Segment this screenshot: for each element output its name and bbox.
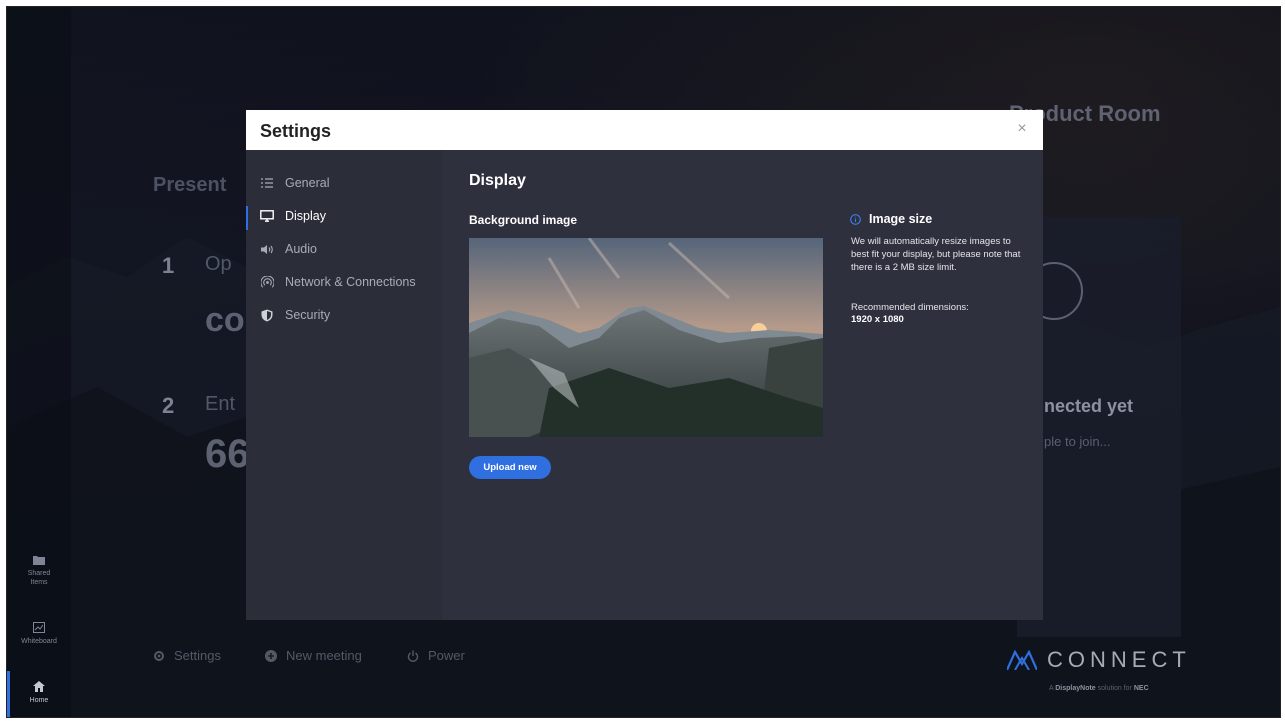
settings-label: Settings [174,648,221,663]
list-icon [259,175,275,191]
folder-icon [33,556,45,565]
power-button[interactable]: Power [407,648,465,663]
info-icon [850,213,861,225]
sidebar-item-security[interactable]: Security [246,304,442,326]
info-title: Image size [869,212,933,226]
modal-title: Settings [260,121,332,141]
rail-label: Shared [27,570,51,577]
section-title: Display [469,172,526,189]
step-number: 2 [162,393,175,418]
present-heading: Present [153,174,227,196]
connect-logo: CONNECT [1007,647,1191,673]
monitor-icon [259,208,275,224]
home-icon [33,681,45,692]
power-label: Power [428,648,465,663]
sidebar-item-label: Audio [285,242,317,256]
plus-circle-icon [265,649,277,662]
image-size-heading: Image size [850,212,932,226]
brand-name: CONNECT [1047,647,1191,672]
left-rail [7,7,71,717]
whiteboard-icon [33,622,45,633]
rail-label: Home [29,697,49,704]
step-number: 1 [162,253,175,278]
sidebar-item-network[interactable]: Network & Connections [246,271,442,293]
recommended-dimensions: 1920 x 1080 [851,314,904,325]
sidebar-item-general[interactable]: General [246,172,442,194]
speaker-icon [259,241,275,257]
close-button[interactable]: × [1013,120,1031,138]
background-image-preview [469,238,823,437]
app-frame: Shared Items Whiteboard Home Product Roo… [6,6,1281,718]
new-meeting-button[interactable]: New meeting [265,648,362,663]
step-code: co [205,301,245,339]
settings-modal: Settings × General Display Audio Network… [246,110,1043,620]
gear-icon [154,650,164,661]
rail-item-shared-items[interactable]: Shared Items [7,555,71,587]
connection-status: nected yet [1044,396,1134,416]
rail-label: Items [30,579,48,586]
background-image-label: Background image [469,213,578,227]
brand-subtitle: A DisplayNote solution for NEC [1049,685,1149,692]
sidebar-item-label: Display [285,209,326,223]
wifi-icon [259,274,275,290]
sidebar-item-audio[interactable]: Audio [246,238,442,260]
step-text: Op [205,253,232,275]
power-icon [407,650,419,662]
sidebar-item-display[interactable]: Display [246,205,442,227]
step-text: Ent [205,393,236,415]
info-text: We will automatically resize images to b… [851,236,1021,273]
upload-new-button[interactable]: Upload new [469,456,551,479]
mountain-landscape-image [469,238,823,437]
connect-logo-mark [1007,650,1037,670]
shield-icon [259,307,275,323]
brand-sub-partner: NEC [1133,685,1149,692]
meeting-code: 66 [205,432,250,476]
display-settings-panel: Display Background image Upload new Imag… [442,150,1043,620]
rail-item-whiteboard[interactable]: Whiteboard [7,622,71,646]
modal-header: Settings × [246,110,1043,150]
rail-label: Whiteboard [21,638,57,645]
join-hint: ple to join... [1044,434,1111,449]
sidebar-item-label: General [285,176,330,190]
settings-sidebar: General Display Audio Network & Connecti… [246,150,442,620]
rail-item-home[interactable]: Home [7,681,71,705]
new-meeting-label: New meeting [286,648,362,663]
close-icon: × [1017,120,1027,137]
brand-sub-mid: solution for [1095,685,1134,692]
settings-button[interactable]: Settings [153,648,221,663]
recommended-label: Recommended dimensions: [851,302,969,313]
brand-sub-brand: DisplayNote [1055,685,1096,692]
sidebar-item-label: Network & Connections [285,275,416,289]
sidebar-item-label: Security [285,308,331,322]
